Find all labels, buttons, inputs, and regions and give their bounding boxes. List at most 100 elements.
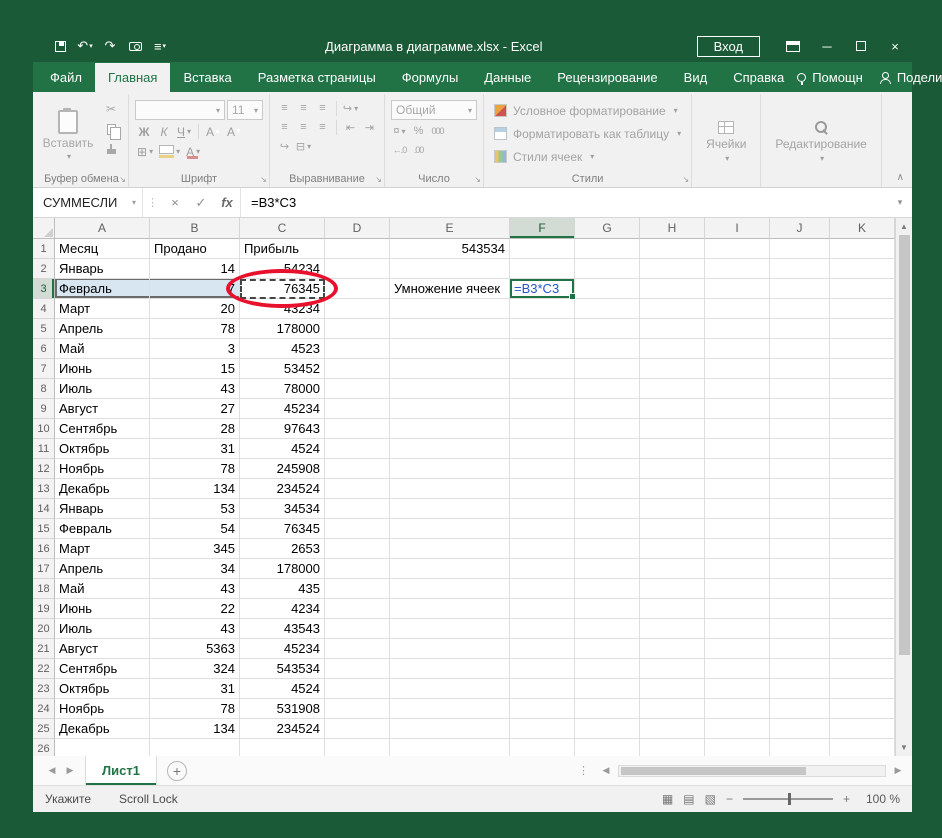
cell-J9[interactable] (770, 399, 830, 419)
cell-G9[interactable] (575, 399, 640, 419)
font-color-button[interactable]: А▾ (184, 143, 202, 160)
cell-A8[interactable]: Июль (55, 379, 150, 399)
cell-I25[interactable] (705, 719, 770, 739)
cell-C25[interactable]: 234524 (240, 719, 325, 739)
cell-H22[interactable] (640, 659, 705, 679)
cell-D5[interactable] (325, 319, 390, 339)
cell-G12[interactable] (575, 459, 640, 479)
cell-K7[interactable] (830, 359, 895, 379)
cell-I3[interactable] (705, 279, 770, 299)
cell-A14[interactable]: Январь (55, 499, 150, 519)
cell-K14[interactable] (830, 499, 895, 519)
cell-F14[interactable] (510, 499, 575, 519)
cell-A15[interactable]: Февраль (55, 519, 150, 539)
cell-H20[interactable] (640, 619, 705, 639)
cell-F11[interactable] (510, 439, 575, 459)
column-header-E[interactable]: E (390, 218, 510, 239)
cell-D8[interactable] (325, 379, 390, 399)
cell-B14[interactable]: 53 (150, 499, 240, 519)
increase-decimal-button[interactable]: ←.0 (391, 142, 408, 158)
clipboard-dialog-launcher[interactable]: ↘ (119, 175, 126, 184)
cell-H3[interactable] (640, 279, 705, 299)
cell-F20[interactable] (510, 619, 575, 639)
cell-C12[interactable]: 245908 (240, 459, 325, 479)
cell-I8[interactable] (705, 379, 770, 399)
row-header-26[interactable]: 26 (33, 739, 55, 756)
cell-K17[interactable] (830, 559, 895, 579)
cell-I19[interactable] (705, 599, 770, 619)
cell-I9[interactable] (705, 399, 770, 419)
cell-F4[interactable] (510, 299, 575, 319)
cell-B17[interactable]: 34 (150, 559, 240, 579)
cell-E5[interactable] (390, 319, 510, 339)
cell-G11[interactable] (575, 439, 640, 459)
cell-K20[interactable] (830, 619, 895, 639)
cell-I12[interactable] (705, 459, 770, 479)
cell-H15[interactable] (640, 519, 705, 539)
cell-H12[interactable] (640, 459, 705, 479)
align-left-button[interactable]: ≡ (276, 119, 293, 135)
cell-G14[interactable] (575, 499, 640, 519)
cell-B18[interactable]: 43 (150, 579, 240, 599)
cell-G1[interactable] (575, 239, 640, 259)
scroll-down-button[interactable]: ▼ (900, 741, 908, 754)
cell-E6[interactable] (390, 339, 510, 359)
cell-D10[interactable] (325, 419, 390, 439)
wrap-text-button[interactable]: ↪ (276, 138, 293, 154)
cell-B20[interactable]: 43 (150, 619, 240, 639)
cell-H6[interactable] (640, 339, 705, 359)
cell-F24[interactable] (510, 699, 575, 719)
cell-F15[interactable] (510, 519, 575, 539)
cell-K11[interactable] (830, 439, 895, 459)
cell-C9[interactable]: 45234 (240, 399, 325, 419)
merge-center-button[interactable]: ⊟▾ (295, 138, 312, 154)
cell-E16[interactable] (390, 539, 510, 559)
cell-B7[interactable]: 15 (150, 359, 240, 379)
save-button[interactable] (49, 34, 71, 58)
bold-button[interactable]: Ж (135, 123, 153, 140)
cell-I13[interactable] (705, 479, 770, 499)
customize-toolbar-button[interactable]: ≡▾ (149, 34, 171, 58)
cell-G26[interactable] (575, 739, 640, 756)
cell-J13[interactable] (770, 479, 830, 499)
cell-D14[interactable] (325, 499, 390, 519)
cell-A4[interactable]: Март (55, 299, 150, 319)
cell-B23[interactable]: 31 (150, 679, 240, 699)
cell-D23[interactable] (325, 679, 390, 699)
cut-button[interactable]: ✂ (100, 101, 122, 117)
cell-A17[interactable]: Апрель (55, 559, 150, 579)
share-button[interactable]: Поделиться (879, 70, 942, 85)
cell-B9[interactable]: 27 (150, 399, 240, 419)
cell-D3[interactable] (325, 279, 390, 299)
cell-K23[interactable] (830, 679, 895, 699)
cell-K2[interactable] (830, 259, 895, 279)
cell-C2[interactable]: 54234 (240, 259, 325, 279)
tab-Вставка[interactable]: Вставка (170, 63, 244, 92)
cell-I21[interactable] (705, 639, 770, 659)
close-button[interactable]: × (878, 33, 912, 59)
cell-J11[interactable] (770, 439, 830, 459)
row-header-15[interactable]: 15 (33, 519, 55, 539)
format-painter-button[interactable] (100, 141, 122, 157)
cell-E7[interactable] (390, 359, 510, 379)
horizontal-scrollbar[interactable] (618, 765, 886, 777)
cell-H5[interactable] (640, 319, 705, 339)
align-middle-button[interactable]: ≡ (295, 100, 312, 116)
tab-Разметка страницы[interactable]: Разметка страницы (245, 63, 389, 92)
cell-C1[interactable]: Прибыль (240, 239, 325, 259)
tab-Справка[interactable]: Справка (720, 63, 797, 92)
cell-J1[interactable] (770, 239, 830, 259)
cell-G6[interactable] (575, 339, 640, 359)
cell-B10[interactable]: 28 (150, 419, 240, 439)
cell-B6[interactable]: 3 (150, 339, 240, 359)
cell-A23[interactable]: Октябрь (55, 679, 150, 699)
cell-A21[interactable]: Август (55, 639, 150, 659)
cell-G22[interactable] (575, 659, 640, 679)
cell-C10[interactable]: 97643 (240, 419, 325, 439)
cell-A19[interactable]: Июнь (55, 599, 150, 619)
cell-K18[interactable] (830, 579, 895, 599)
cell-H26[interactable] (640, 739, 705, 756)
cell-F6[interactable] (510, 339, 575, 359)
column-header-B[interactable]: B (150, 218, 240, 239)
cells-button[interactable]: Ячейки ▾ (698, 96, 754, 187)
